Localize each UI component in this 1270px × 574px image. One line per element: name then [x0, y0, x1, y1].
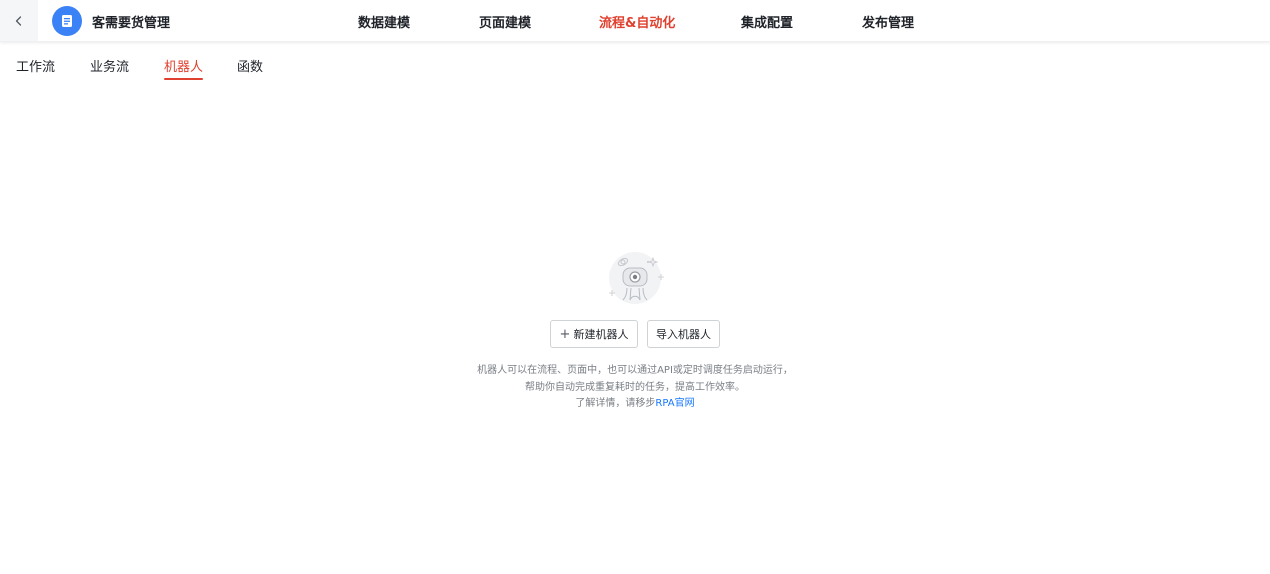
new-robot-button[interactable]: + 新建机器人 — [550, 320, 638, 348]
empty-description-line-3: 了解详情，请移步RPA官网 — [0, 395, 1270, 412]
nav-data-modeling[interactable]: 数据建模 — [358, 12, 410, 31]
learn-more-text: 了解详情，请移步 — [575, 398, 656, 409]
plus-icon: + — [559, 326, 571, 342]
empty-description-line-1: 机器人可以在流程、页面中，也可以通过API或定时调度任务启动运行， — [477, 365, 793, 376]
import-robot-button[interactable]: 导入机器人 — [647, 320, 720, 348]
nav-publish-management[interactable]: 发布管理 — [862, 12, 914, 31]
tab-function[interactable]: 函数 — [237, 56, 263, 75]
import-robot-label: 导入机器人 — [656, 328, 711, 341]
nav-process-automation[interactable]: 流程&自动化 — [599, 12, 675, 31]
tab-business-flow[interactable]: 业务流 — [90, 56, 129, 75]
nav-integration-config[interactable]: 集成配置 — [741, 12, 793, 31]
robot-illustration — [609, 252, 664, 304]
new-robot-label: 新建机器人 — [573, 328, 629, 341]
rpa-website-link[interactable]: RPA官网 — [655, 398, 694, 409]
sub-tabs: 工作流 业务流 机器人 函数 — [0, 56, 1270, 82]
empty-description-line-2: 帮助你自动完成重复耗时的任务，提高工作效率。 — [525, 382, 745, 393]
tab-workflow[interactable]: 工作流 — [16, 56, 55, 75]
top-header: 客需要货管理 数据建模 页面建模 流程&自动化 集成配置 发布管理 — [0, 0, 1270, 42]
tab-robot[interactable]: 机器人 — [164, 56, 204, 80]
nav-page-modeling[interactable]: 页面建模 — [479, 12, 531, 31]
main-nav: 数据建模 页面建模 流程&自动化 集成配置 发布管理 — [0, 12, 1270, 32]
